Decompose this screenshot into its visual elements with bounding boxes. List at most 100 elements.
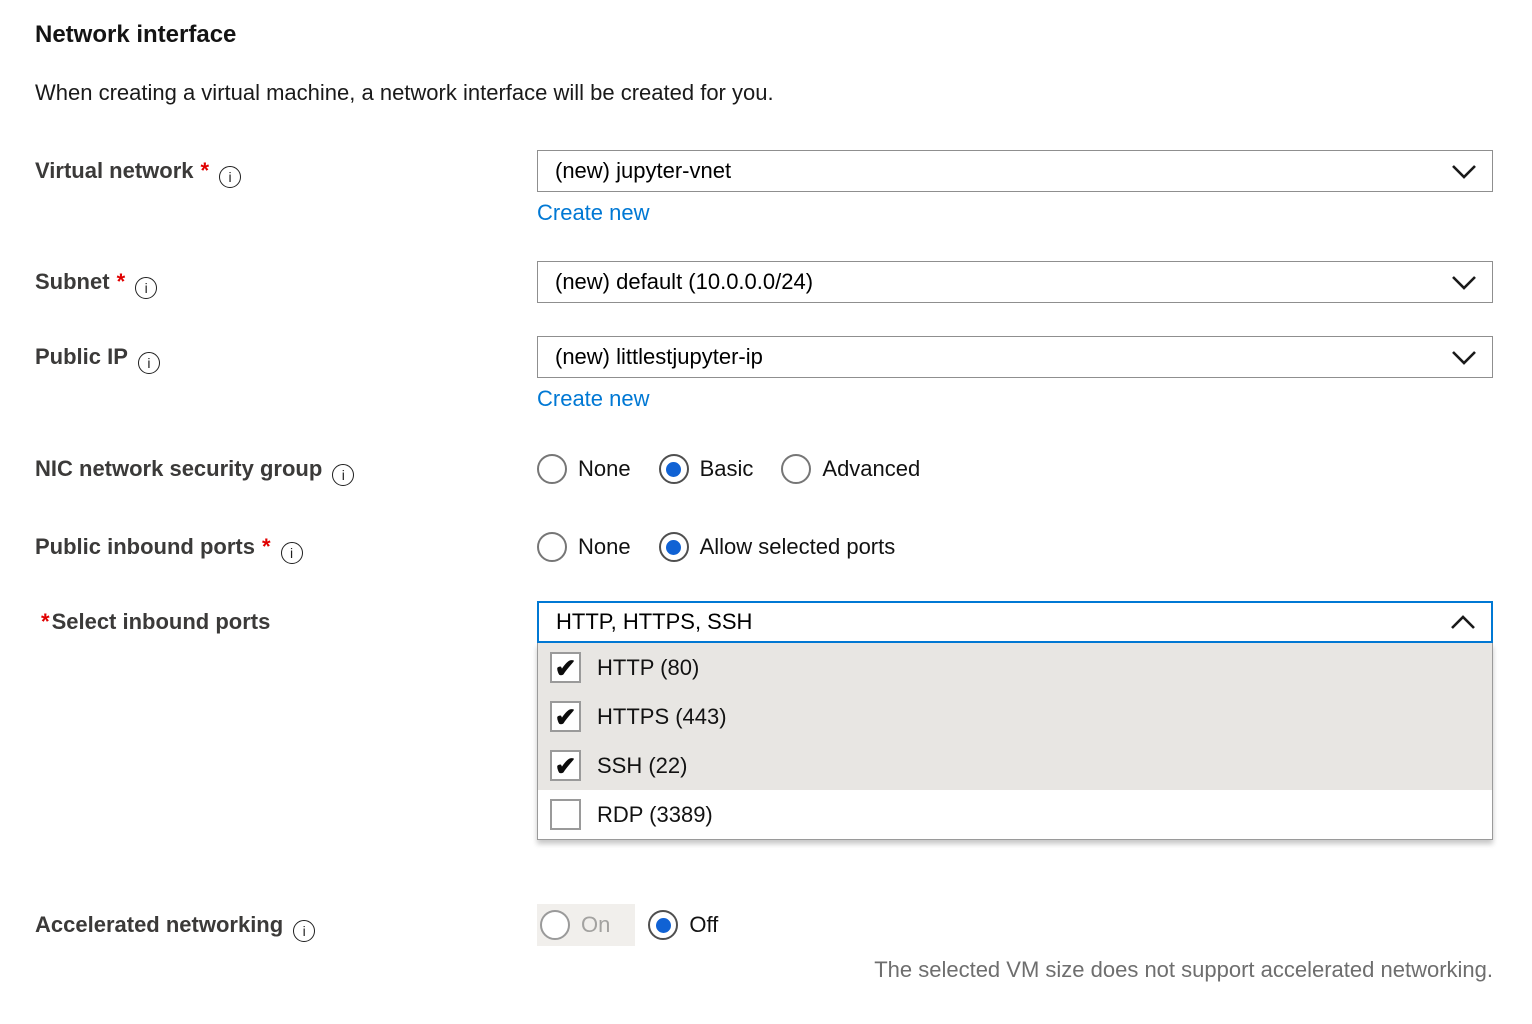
accelerated-option-off[interactable]: Off — [648, 910, 718, 940]
subnet-control: (new) default (10.0.0.0/24) — [537, 261, 1493, 303]
info-glyph: i — [290, 546, 293, 560]
subnet-label: Subnet — [35, 269, 110, 294]
radio-label: Advanced — [822, 456, 920, 482]
info-glyph: i — [229, 170, 232, 184]
radio-label: Basic — [700, 456, 754, 482]
radio-circle — [781, 454, 811, 484]
public-ip-value: (new) littlestjupyter-ip — [555, 344, 763, 370]
select-inbound-ports-label-group: *Select inbound ports — [35, 601, 537, 643]
checkbox-unchecked-icon[interactable]: ✔ — [550, 799, 581, 830]
inbound-option-none[interactable]: None — [537, 532, 631, 562]
accelerated-networking-radio-group: On Off — [537, 904, 1493, 946]
public-ip-create-new-link[interactable]: Create new — [537, 386, 650, 412]
radio-circle — [537, 454, 567, 484]
nic-nsg-option-none[interactable]: None — [537, 454, 631, 484]
public-ip-row: Public IP i (new) littlestjupyter-ip Crea… — [35, 336, 1493, 412]
required-asterisk: * — [117, 269, 126, 294]
nic-nsg-row: NIC network security group i None Basic A… — [35, 448, 1493, 490]
virtual-network-dropdown[interactable]: (new) jupyter-vnet — [537, 150, 1493, 192]
info-icon[interactable]: i — [135, 277, 157, 299]
checkmark-glyph: ✔ — [555, 655, 577, 681]
info-icon[interactable]: i — [293, 920, 315, 942]
port-option-https[interactable]: ✔ HTTPS (443) — [538, 692, 1492, 741]
public-inbound-ports-radio-group: None Allow selected ports — [537, 526, 1493, 568]
port-option-http[interactable]: ✔ HTTP (80) — [538, 643, 1492, 692]
accelerated-networking-note: The selected VM size does not support ac… — [537, 956, 1493, 983]
select-inbound-ports-label: Select inbound ports — [52, 609, 271, 634]
checkmark-glyph: ✔ — [555, 704, 577, 730]
section-description: When creating a virtual machine, a netwo… — [35, 79, 1493, 106]
radio-label: None — [578, 534, 631, 560]
virtual-network-label-group: Virtual network * i — [35, 150, 537, 192]
public-inbound-ports-row: Public inbound ports * i None Allow select… — [35, 526, 1493, 568]
radio-circle-disabled — [540, 910, 570, 940]
port-option-label: HTTPS (443) — [597, 704, 727, 730]
info-glyph: i — [303, 924, 306, 938]
accelerated-networking-label-group: Accelerated networking i — [35, 904, 537, 946]
nic-nsg-option-advanced[interactable]: Advanced — [781, 454, 920, 484]
inbound-option-allow-selected[interactable]: Allow selected ports — [659, 532, 896, 562]
port-option-label: RDP (3389) — [597, 802, 713, 828]
radio-label: Allow selected ports — [700, 534, 896, 560]
checkbox-checked-icon[interactable]: ✔ — [550, 750, 581, 781]
virtual-network-row: Virtual network * i (new) jupyter-vnet Cre… — [35, 150, 1493, 226]
public-ip-label-group: Public IP i — [35, 336, 537, 378]
chevron-up-icon — [1450, 615, 1476, 630]
inbound-ports-dropdown-panel: ✔ HTTP (80) ✔ HTTPS (443) ✔ SSH (22) ✔ R… — [537, 643, 1493, 840]
info-icon[interactable]: i — [138, 352, 160, 374]
radio-label: None — [578, 456, 631, 482]
chevron-down-icon — [1451, 275, 1477, 290]
subnet-value: (new) default (10.0.0.0/24) — [555, 269, 813, 295]
public-ip-control: (new) littlestjupyter-ip Create new — [537, 336, 1493, 412]
virtual-network-create-new-link[interactable]: Create new — [537, 200, 650, 226]
info-icon[interactable]: i — [332, 464, 354, 486]
chevron-down-icon — [1451, 164, 1477, 179]
info-icon[interactable]: i — [281, 542, 303, 564]
nic-nsg-radio-group: None Basic Advanced — [537, 448, 1493, 490]
radio-label: Off — [689, 912, 718, 938]
public-ip-label: Public IP — [35, 344, 128, 369]
subnet-dropdown[interactable]: (new) default (10.0.0.0/24) — [537, 261, 1493, 303]
info-icon[interactable]: i — [219, 166, 241, 188]
public-inbound-ports-label-group: Public inbound ports * i — [35, 526, 537, 568]
required-asterisk: * — [262, 534, 271, 559]
public-ip-dropdown[interactable]: (new) littlestjupyter-ip — [537, 336, 1493, 378]
nic-nsg-label: NIC network security group — [35, 456, 322, 481]
select-inbound-ports-combobox[interactable]: HTTP, HTTPS, SSH — [537, 601, 1493, 643]
checkmark-glyph: ✔ — [555, 753, 577, 779]
public-inbound-ports-label: Public inbound ports — [35, 534, 255, 559]
network-interface-section: Network interface When creating a virtua… — [0, 0, 1532, 983]
radio-circle-selected — [659, 454, 689, 484]
checkbox-checked-icon[interactable]: ✔ — [550, 652, 581, 683]
virtual-network-label: Virtual network — [35, 158, 194, 183]
virtual-network-control: (new) jupyter-vnet Create new — [537, 150, 1493, 226]
virtual-network-value: (new) jupyter-vnet — [555, 158, 731, 184]
accelerated-networking-control: On Off The selected VM size does not sup… — [537, 904, 1493, 983]
radio-circle — [537, 532, 567, 562]
info-glyph: i — [342, 468, 345, 482]
port-option-ssh[interactable]: ✔ SSH (22) — [538, 741, 1492, 790]
radio-circle-selected — [648, 910, 678, 940]
accelerated-option-on: On — [537, 904, 635, 946]
subnet-label-group: Subnet * i — [35, 261, 537, 303]
required-asterisk: * — [201, 158, 210, 183]
port-option-rdp[interactable]: ✔ RDP (3389) — [538, 790, 1492, 839]
select-inbound-ports-value: HTTP, HTTPS, SSH — [556, 609, 752, 635]
accelerated-networking-row: Accelerated networking i On Off The selec… — [35, 904, 1493, 983]
nic-nsg-label-group: NIC network security group i — [35, 448, 537, 490]
select-inbound-ports-control: HTTP, HTTPS, SSH ✔ HTTP (80) ✔ HTTPS (44… — [537, 601, 1493, 840]
port-option-label: SSH (22) — [597, 753, 687, 779]
subnet-row: Subnet * i (new) default (10.0.0.0/24) — [35, 261, 1493, 303]
select-inbound-ports-row: *Select inbound ports HTTP, HTTPS, SSH ✔… — [35, 601, 1493, 840]
required-asterisk: * — [41, 609, 50, 634]
nic-nsg-option-basic[interactable]: Basic — [659, 454, 754, 484]
checkbox-checked-icon[interactable]: ✔ — [550, 701, 581, 732]
chevron-down-icon — [1451, 350, 1477, 365]
radio-label: On — [581, 912, 610, 938]
accelerated-networking-label: Accelerated networking — [35, 912, 283, 937]
section-title: Network interface — [35, 21, 1493, 49]
port-option-label: HTTP (80) — [597, 655, 699, 681]
info-glyph: i — [145, 281, 148, 295]
info-glyph: i — [147, 356, 150, 370]
radio-circle-selected — [659, 532, 689, 562]
